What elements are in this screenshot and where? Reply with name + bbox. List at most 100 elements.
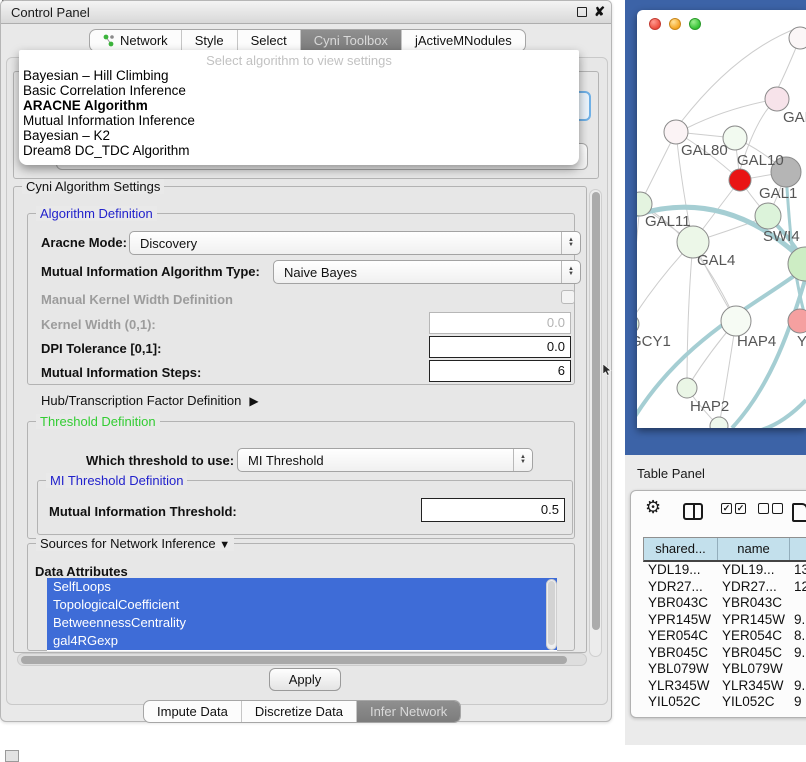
table-header-row[interactable]: shared...nameA xyxy=(643,537,806,562)
attribute-list-item[interactable]: TopologicalCoefficient xyxy=(47,596,557,614)
float-window-icon[interactable] xyxy=(577,7,587,17)
sources-title-row[interactable]: Sources for Network Inference ▼ xyxy=(36,536,234,551)
hub-definition-toggle[interactable]: Hub/Transcription Factor Definition▶ xyxy=(41,393,259,408)
node-label: Y xyxy=(797,333,806,350)
network-node[interactable] xyxy=(789,27,806,49)
stepper-arrows-icon[interactable]: ▲▼ xyxy=(561,261,580,283)
threshold-definition-title: Threshold Definition xyxy=(36,414,160,429)
tab-discretize-data[interactable]: Discretize Data xyxy=(241,701,356,722)
node-label: GAL11 xyxy=(645,213,691,230)
which-threshold-combo[interactable]: MI Threshold ▲▼ xyxy=(237,448,533,472)
table-row[interactable]: YBR045CYBR045C9. xyxy=(643,645,806,662)
y-network-node[interactable] xyxy=(788,309,806,333)
export-table-icon[interactable] xyxy=(792,503,806,522)
mi-threshold-field[interactable]: 0.5 xyxy=(421,498,565,522)
tab-infer-network[interactable]: Infer Network xyxy=(356,701,460,722)
column-header[interactable]: shared... xyxy=(644,538,718,560)
dpi-tolerance-field[interactable]: 0.0 xyxy=(429,336,571,358)
attributes-scrollbar[interactable] xyxy=(546,579,557,650)
table-cell xyxy=(789,595,806,612)
algorithm-option[interactable]: Bayesian – K2 xyxy=(19,128,579,143)
node-table[interactable]: shared...nameA YDL19...YDL19...13YDR27..… xyxy=(643,537,806,711)
algorithm-option[interactable]: Mutual Information Inference xyxy=(19,113,579,128)
node-table-window: ⚙ ✓✓ shared...nameA YDL19...YDL19...13YD… xyxy=(630,490,806,718)
table-row[interactable]: YDR27...YDR27...12 xyxy=(643,579,806,596)
column-header[interactable]: name xyxy=(718,538,790,560)
node-label: GCY1 xyxy=(637,333,671,350)
hap2-network-node[interactable] xyxy=(677,378,697,398)
table-cell: YDR27... xyxy=(643,579,717,596)
table-cell: 8. xyxy=(789,628,806,645)
network-node[interactable] xyxy=(710,417,728,428)
tab-jactivemnodules[interactable]: jActiveMNodules xyxy=(401,30,525,51)
tab-cyni-toolbox[interactable]: Cyni Toolbox xyxy=(300,30,401,51)
network-icon xyxy=(103,34,115,47)
table-row[interactable]: YLR345WYLR345W9. xyxy=(643,678,806,695)
node-label: GAL80 xyxy=(681,142,728,159)
algorithm-option[interactable]: Basic Correlation Inference xyxy=(19,83,579,98)
dock-panel-icon[interactable] xyxy=(5,750,19,762)
aracne-mode-combo[interactable]: Discovery ▲▼ xyxy=(129,231,581,255)
table-row[interactable]: YDL19...YDL19...13 xyxy=(643,562,806,579)
gal1-network-node[interactable] xyxy=(755,203,781,229)
attribute-list-item[interactable]: SelfLoops xyxy=(47,578,557,596)
node-label: GAL4 xyxy=(697,252,735,269)
table-row[interactable]: YIL052CYIL052C9 xyxy=(643,694,806,711)
collapsed-arrow-icon[interactable]: ▶ xyxy=(249,394,258,408)
expanded-arrow-icon[interactable]: ▼ xyxy=(219,539,230,551)
table-row[interactable]: YBR043CYBR043C xyxy=(643,595,806,612)
table-cell: 9. xyxy=(789,678,806,695)
table-cell: YER054C xyxy=(717,628,789,645)
column-header[interactable]: A xyxy=(790,538,806,560)
table-cell: 9. xyxy=(789,645,806,662)
node-label: HAP2 xyxy=(690,398,729,415)
control-panel-window: Control Panel ✘ Network StyleSelectCyni T… xyxy=(0,0,612,722)
settings-vertical-scrollbar[interactable] xyxy=(589,189,602,657)
attribute-list-item[interactable]: BetweennessCentrality xyxy=(47,614,557,632)
stepper-arrows-icon[interactable]: ▲▼ xyxy=(561,232,580,254)
table-cell xyxy=(789,661,806,678)
tab-impute-data[interactable]: Impute Data xyxy=(144,701,241,722)
gal-network-node[interactable] xyxy=(765,87,789,111)
control-panel-titlebar[interactable]: Control Panel ✘ xyxy=(1,1,611,24)
deselect-all-checkboxes-icon[interactable] xyxy=(758,503,783,514)
stepper-arrows-icon[interactable]: ▲▼ xyxy=(513,449,532,471)
kernel-width-label: Kernel Width (0,1): xyxy=(41,317,156,332)
table-row[interactable]: YPR145WYPR145W9. xyxy=(643,612,806,629)
tab-select[interactable]: Select xyxy=(237,30,300,51)
table-panel-container: Table Panel ⚙ ✓✓ shared...nameA YDL19...… xyxy=(625,455,806,745)
algorithm-option[interactable]: Bayesian – Hill Climbing xyxy=(19,68,579,83)
network-node[interactable] xyxy=(729,169,751,191)
manual-kernel-checkbox[interactable] xyxy=(561,290,575,304)
algorithm-definition-title: Algorithm Definition xyxy=(36,206,157,221)
gcy1-network-node[interactable] xyxy=(637,314,639,334)
algorithm-dropdown-popup: Select algorithm to view settings Bayesi… xyxy=(19,50,579,165)
data-attributes-list[interactable]: SelfLoopsTopologicalCoefficientBetweenne… xyxy=(47,578,557,651)
table-cell: YER054C xyxy=(643,628,717,645)
attribute-list-item[interactable]: gal4RGexp xyxy=(47,632,557,650)
settings-horizontal-scrollbar[interactable] xyxy=(17,653,587,666)
columns-icon[interactable] xyxy=(683,503,703,520)
table-cell: 9. xyxy=(789,612,806,629)
manual-kernel-label: Manual Kernel Width Definition xyxy=(41,292,233,307)
close-icon[interactable]: ✘ xyxy=(594,4,605,20)
apply-button[interactable]: Apply xyxy=(269,668,341,691)
tab-style[interactable]: Style xyxy=(181,30,237,51)
aracne-mode-label: Aracne Mode: xyxy=(41,235,127,250)
mi-steps-field[interactable]: 6 xyxy=(429,360,571,382)
tab-network[interactable]: Network xyxy=(90,30,181,51)
algorithm-option[interactable]: Dream8 DC_TDC Algorithm xyxy=(19,143,579,158)
table-panel-title: Table Panel xyxy=(637,466,705,481)
table-row[interactable]: YER054CYER054C8. xyxy=(643,628,806,645)
algorithm-option[interactable]: ARACNE Algorithm xyxy=(19,98,579,113)
gear-icon[interactable]: ⚙ xyxy=(645,497,661,518)
table-row[interactable]: YBL079WYBL079W xyxy=(643,661,806,678)
kernel-width-field[interactable]: 0.0 xyxy=(429,312,571,334)
gal80-network-node[interactable] xyxy=(664,120,688,144)
mi-algorithm-type-combo[interactable]: Naive Bayes ▲▼ xyxy=(273,260,581,284)
mi-threshold-label: Mutual Information Threshold: xyxy=(49,504,237,519)
network-view-window[interactable]: GALGAL80GAL10GAL1GAL11GAL4SWI4GCY1HAP4YH… xyxy=(637,10,806,428)
hap4-network-node[interactable] xyxy=(721,306,751,336)
tab-label: Network xyxy=(120,33,168,48)
select-all-checkboxes-icon[interactable]: ✓✓ xyxy=(721,503,746,514)
